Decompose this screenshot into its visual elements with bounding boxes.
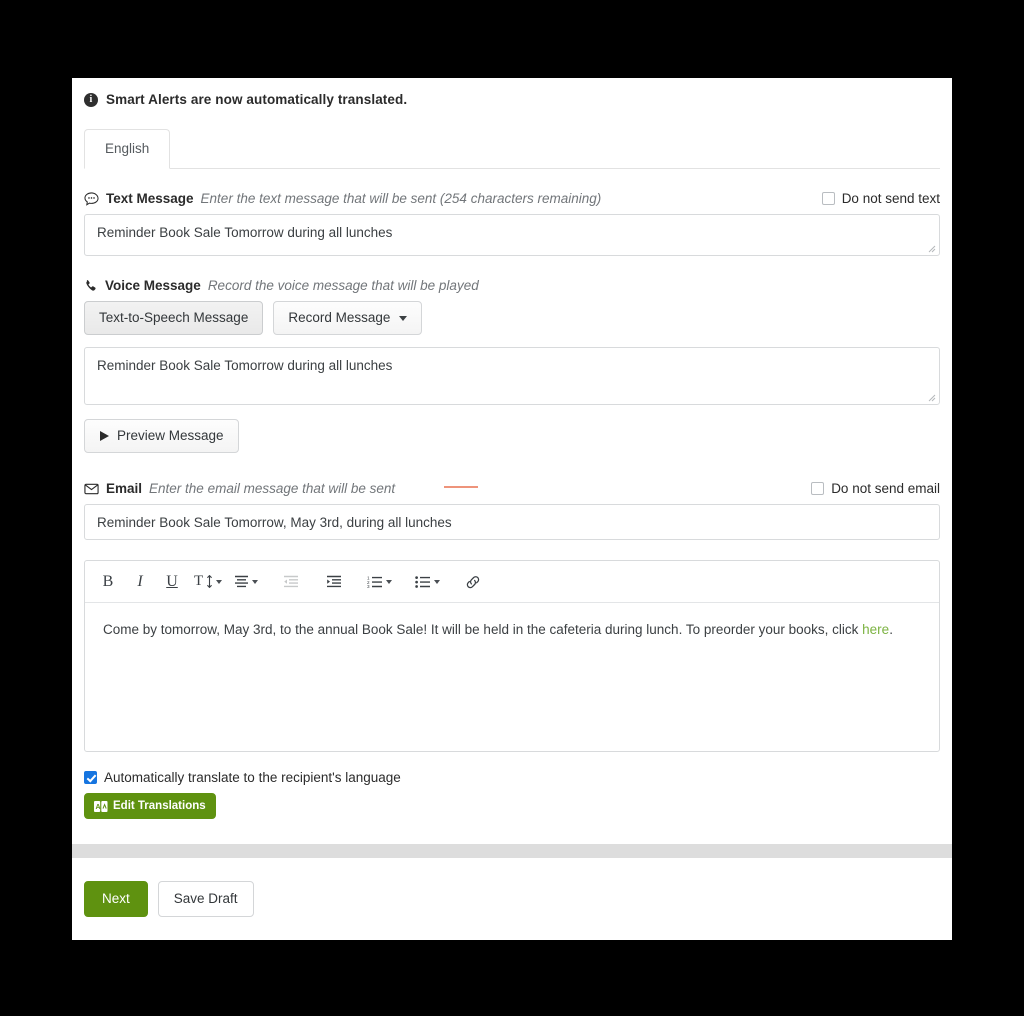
speech-bubble-icon xyxy=(84,191,99,206)
text-message-title: Text Message xyxy=(106,191,194,206)
chevron-down-icon xyxy=(434,579,441,584)
edit-translations-button[interactable]: A Edit Translations xyxy=(84,793,216,819)
checkbox-box[interactable] xyxy=(821,192,835,205)
email-label: Email Enter the email message that will … xyxy=(84,481,395,496)
text-to-speech-label: Text-to-Speech Message xyxy=(99,310,249,325)
info-banner-text: Smart Alerts are now automatically trans… xyxy=(106,92,408,107)
text-message-hint: Enter the text message that will be sent… xyxy=(200,191,602,206)
voice-message-label: Voice Message Record the voice message t… xyxy=(84,278,479,293)
email-header: Email Enter the email message that will … xyxy=(84,481,940,496)
footer-actions: Next Save Draft xyxy=(72,858,952,940)
outdent-icon[interactable] xyxy=(276,567,306,597)
text-message-input[interactable] xyxy=(84,214,940,256)
smart-alerts-info-banner: i Smart Alerts are now automatically tra… xyxy=(72,78,952,107)
preview-message-button[interactable]: Preview Message xyxy=(84,419,239,453)
svg-text:A: A xyxy=(96,804,101,811)
bold-icon[interactable]: B xyxy=(93,567,123,597)
auto-translate-row: Automatically translate to the recipient… xyxy=(84,770,940,785)
record-message-button[interactable]: Record Message xyxy=(273,301,423,335)
tab-english[interactable]: English xyxy=(84,129,171,169)
voice-mode-buttons: Text-to-Speech Message Record Message xyxy=(84,301,940,335)
voice-message-title: Voice Message xyxy=(105,278,201,293)
text-message-label: Text Message Enter the text message that… xyxy=(84,191,601,206)
chevron-down-icon xyxy=(399,315,408,321)
email-subject-input[interactable] xyxy=(84,504,940,540)
email-title: Email xyxy=(106,481,143,496)
font-size-icon[interactable]: T xyxy=(189,567,227,597)
email-rich-text-editor: B I U T 1 2 3 Come by tomorrow, May 3rd,… xyxy=(84,560,940,752)
voice-message-hint: Record the voice message that will be pl… xyxy=(207,278,479,293)
align-icon[interactable] xyxy=(229,567,263,597)
chevron-down-icon xyxy=(386,579,393,584)
next-button[interactable]: Next xyxy=(84,881,148,917)
email-body-after-link: . xyxy=(889,622,893,637)
phone-icon xyxy=(84,279,98,293)
auto-translate-label: Automatically translate to the recipient… xyxy=(104,770,401,785)
editor-toolbar: B I U T 1 2 3 xyxy=(85,561,939,603)
do-not-send-email-label: Do not send email xyxy=(831,481,940,496)
unordered-list-icon[interactable] xyxy=(410,567,445,597)
email-body-text: Come by tomorrow, May 3rd, to the annual… xyxy=(103,622,863,637)
do-not-send-text-checkbox[interactable]: Do not send text xyxy=(821,191,940,206)
link-icon[interactable] xyxy=(458,567,488,597)
edit-translations-label: Edit Translations xyxy=(113,800,206,812)
footer-divider xyxy=(72,844,952,858)
envelope-icon xyxy=(84,483,99,495)
auto-translate-checkbox[interactable]: Automatically translate to the recipient… xyxy=(84,770,940,785)
play-icon xyxy=(99,430,110,442)
save-draft-button[interactable]: Save Draft xyxy=(157,881,254,917)
underline-icon[interactable]: U xyxy=(157,567,187,597)
text-message-header: Text Message Enter the text message that… xyxy=(84,191,940,206)
validation-marker xyxy=(444,486,478,488)
ordered-list-icon[interactable]: 1 2 3 xyxy=(362,567,397,597)
edit-translations-wrap: A Edit Translations xyxy=(84,793,940,819)
text-to-speech-message-button[interactable]: Text-to-Speech Message xyxy=(84,301,264,335)
voice-message-header: Voice Message Record the voice message t… xyxy=(84,278,940,293)
svg-text:3: 3 xyxy=(367,584,370,588)
indent-icon[interactable] xyxy=(319,567,349,597)
smart-alert-composer-card: i Smart Alerts are now automatically tra… xyxy=(72,78,952,940)
chevron-down-icon xyxy=(252,579,259,584)
checkbox-box[interactable] xyxy=(84,771,97,784)
info-circle-icon: i xyxy=(84,92,98,107)
record-message-label: Record Message xyxy=(288,310,391,325)
translate-icon: A xyxy=(94,800,108,812)
email-body-link[interactable]: here xyxy=(862,622,889,637)
checkbox-box[interactable] xyxy=(811,482,825,495)
voice-message-input[interactable] xyxy=(84,347,940,405)
do-not-send-text-label: Do not send text xyxy=(841,191,940,206)
language-tabs: English xyxy=(84,129,940,169)
do-not-send-email-checkbox[interactable]: Do not send email xyxy=(811,481,940,496)
chevron-down-icon xyxy=(216,579,223,584)
preview-message-label: Preview Message xyxy=(117,428,224,443)
italic-icon[interactable]: I xyxy=(125,567,155,597)
email-hint: Enter the email message that will be sen… xyxy=(149,481,396,496)
email-body-editor[interactable]: Come by tomorrow, May 3rd, to the annual… xyxy=(85,603,939,751)
